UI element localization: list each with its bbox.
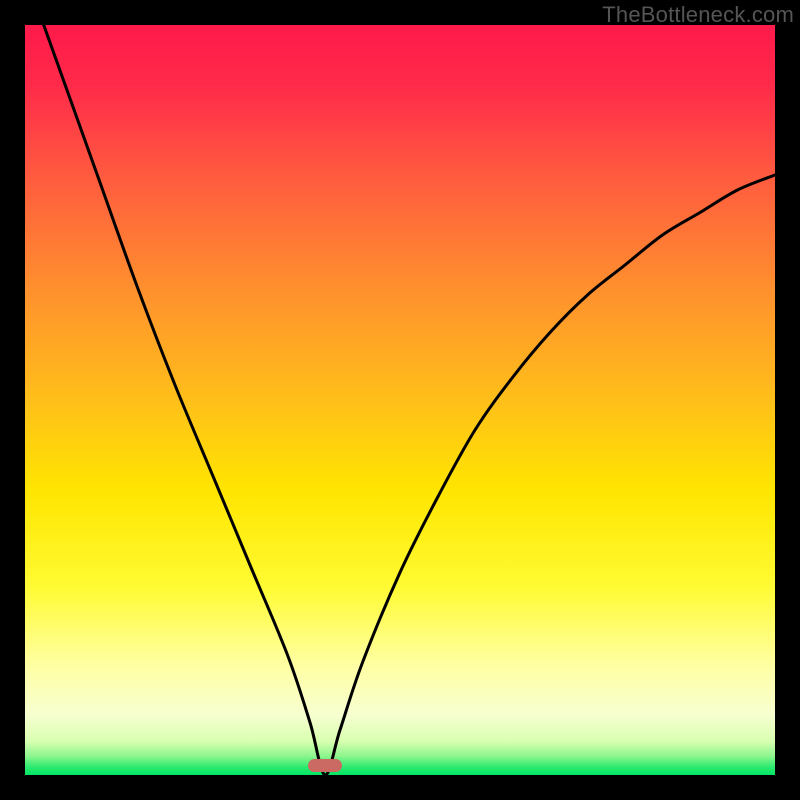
minimum-marker	[308, 759, 342, 772]
plot-area	[25, 25, 775, 775]
watermark-text: TheBottleneck.com	[602, 2, 794, 28]
bottleneck-curve	[25, 25, 775, 775]
chart-frame: TheBottleneck.com	[0, 0, 800, 800]
chart-svg	[25, 25, 775, 775]
gradient-background	[25, 25, 775, 775]
